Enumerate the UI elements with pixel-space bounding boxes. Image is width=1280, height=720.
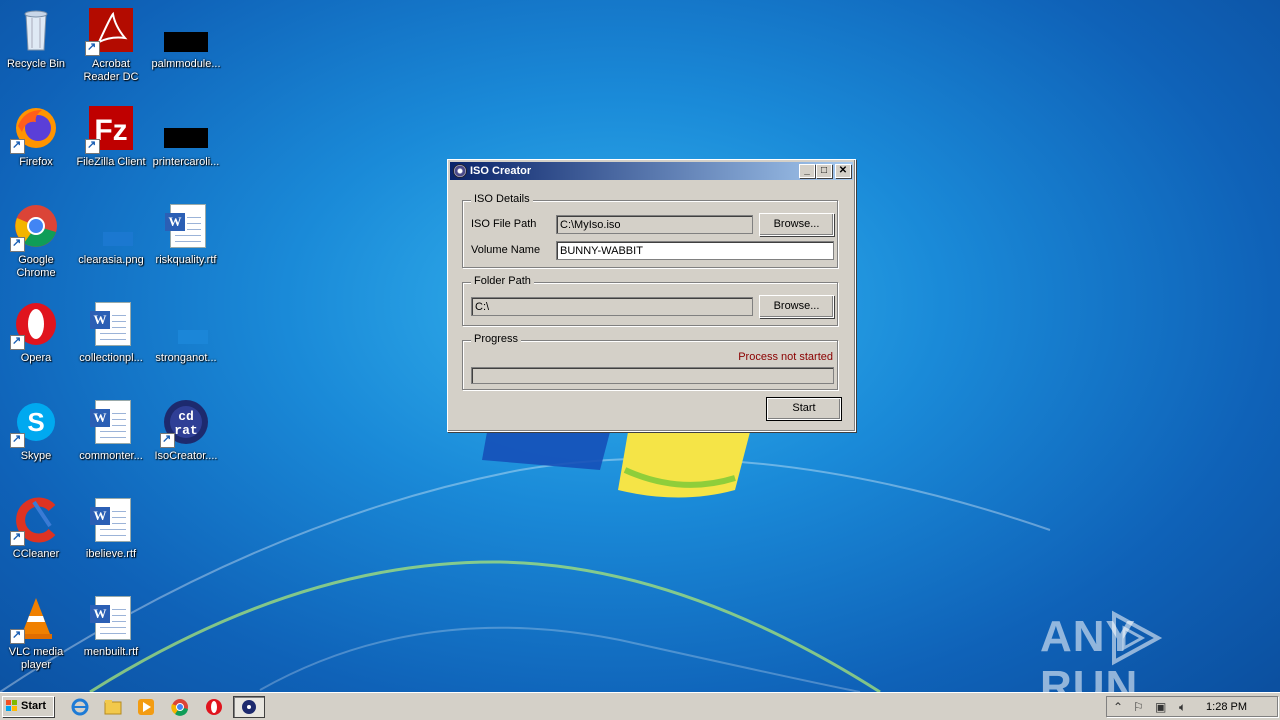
iso-path-label: ISO File Path	[471, 218, 537, 230]
clock[interactable]: 1:28 PM	[1206, 701, 1247, 713]
maximize-button[interactable]: □	[816, 164, 832, 178]
recycle-bin-icon[interactable]: Recycle Bin	[0, 2, 72, 71]
iso-creator-dialog: ISO Creator _ □ ✕ ISO Details ISO File P…	[447, 159, 856, 432]
start-button[interactable]: Start	[766, 397, 842, 421]
disc-icon	[242, 700, 256, 714]
black-file-icon[interactable]: printercaroli...	[150, 100, 222, 169]
desktop-icon-label: IsoCreator....	[154, 450, 218, 462]
minimize-button[interactable]: _	[799, 164, 815, 178]
desktop-icon-label: printercaroli...	[152, 156, 220, 168]
desktop-icon-label: CCleaner	[12, 548, 60, 560]
volume-name-label: Volume Name	[471, 244, 541, 256]
black-file-icon[interactable]: palmmodule...	[150, 2, 222, 71]
image-file-icon[interactable]: stronganot...	[150, 296, 222, 365]
folder-path-group: Folder Path Browse...	[462, 275, 838, 326]
disc-icon	[453, 164, 467, 178]
desktop-icon-label: Skype	[20, 450, 52, 462]
group-legend: Progress	[471, 333, 522, 345]
volume-icon[interactable]: 🔈︎	[1179, 700, 1186, 715]
desktop-icon-label: Recycle Bin	[6, 58, 66, 70]
internet-explorer-icon[interactable]	[71, 698, 89, 716]
folder-browse-button[interactable]: Browse...	[759, 295, 834, 318]
desktop-icon-label: menbuilt.rtf	[83, 646, 139, 658]
desktop-icon-label: collectionpl...	[79, 352, 143, 364]
desktop-icon-label: ibelieve.rtf	[85, 548, 137, 560]
filezilla-icon[interactable]: Fz FileZilla Client	[75, 100, 147, 169]
progress-bar	[471, 367, 834, 384]
skype-icon[interactable]: S Skype	[0, 394, 72, 463]
network-icon[interactable]: ▣	[1155, 700, 1166, 714]
vlc-icon[interactable]: VLC media player	[0, 590, 72, 672]
start-label: Start	[21, 700, 47, 712]
opera-icon[interactable]: Opera	[0, 296, 72, 365]
word-document-icon[interactable]: W collectionpl...	[75, 296, 147, 365]
svg-text:S: S	[27, 407, 44, 437]
media-player-icon[interactable]	[137, 698, 155, 716]
progress-group: Progress Process not started	[462, 333, 838, 390]
file-explorer-icon[interactable]	[104, 698, 122, 716]
action-center-flag-icon[interactable]: ⚐	[1133, 700, 1144, 714]
desktop-icon-label: commonter...	[79, 450, 143, 462]
taskbar-isocreator-button[interactable]	[233, 696, 265, 718]
desktop-icon-label: Google Chrome	[16, 254, 56, 279]
svg-text:rat: rat	[174, 423, 197, 438]
system-tray: ⌃ ⚐ ▣ 🔈︎ 1:28 PM	[1106, 696, 1278, 717]
window-title: ISO Creator	[470, 165, 532, 177]
show-hidden-icons-icon[interactable]: ⌃	[1113, 700, 1123, 714]
isocreator-icon[interactable]: cdrat IsoCreator....	[150, 394, 222, 463]
iso-browse-button[interactable]: Browse...	[759, 213, 834, 236]
desktop-icon-label: riskquality.rtf	[155, 254, 217, 266]
title-bar[interactable]: ISO Creator _ □ ✕	[450, 162, 853, 180]
word-document-icon[interactable]: W ibelieve.rtf	[75, 492, 147, 561]
desktop-icon-label: FileZilla Client	[76, 156, 146, 168]
folder-path-field[interactable]	[471, 297, 753, 316]
taskbar: Start ⌃ ⚐ ▣ 🔈︎ 1:28 PM	[0, 692, 1280, 720]
word-document-icon[interactable]: W menbuilt.rtf	[75, 590, 147, 659]
watermark-text-right: RUN	[1040, 662, 1139, 692]
status-text: Process not started	[738, 351, 833, 363]
desktop-icon-label: stronganot...	[155, 352, 217, 364]
windows-flag-icon	[6, 700, 17, 711]
acrobat-reader-icon[interactable]: Acrobat Reader DC	[75, 2, 147, 84]
desktop-icon-label: Acrobat Reader DC	[83, 58, 139, 83]
desktop: Recycle Bin Firefox Google Chrome Opera …	[0, 0, 1280, 692]
volume-name-input[interactable]	[556, 241, 834, 260]
word-document-icon[interactable]: W riskquality.rtf	[150, 198, 222, 267]
desktop-icon-label: Firefox	[19, 156, 53, 168]
desktop-icon-label: palmmodule...	[151, 58, 221, 70]
chrome-taskbar-icon[interactable]	[171, 698, 189, 716]
word-document-icon[interactable]: W commonter...	[75, 394, 147, 463]
svg-text:cd: cd	[178, 409, 194, 424]
firefox-icon[interactable]: Firefox	[0, 100, 72, 169]
group-legend: Folder Path	[471, 275, 534, 287]
start-button[interactable]: Start	[2, 696, 54, 717]
group-legend: ISO Details	[471, 193, 533, 205]
iso-path-field[interactable]	[556, 215, 753, 234]
desktop-icon-label: VLC media player	[8, 646, 64, 671]
desktop-icon-label: clearasia.png	[78, 254, 144, 266]
watermark-play-icon	[1112, 610, 1163, 666]
desktop-icon-label: Opera	[20, 352, 52, 364]
close-button[interactable]: ✕	[835, 164, 851, 178]
image-file-icon[interactable]: clearasia.png	[75, 198, 147, 267]
chrome-icon[interactable]: Google Chrome	[0, 198, 72, 280]
iso-details-group: ISO Details ISO File Path Browse... Volu…	[462, 193, 838, 268]
opera-taskbar-icon[interactable]	[205, 698, 223, 716]
ccleaner-icon[interactable]: CCleaner	[0, 492, 72, 561]
